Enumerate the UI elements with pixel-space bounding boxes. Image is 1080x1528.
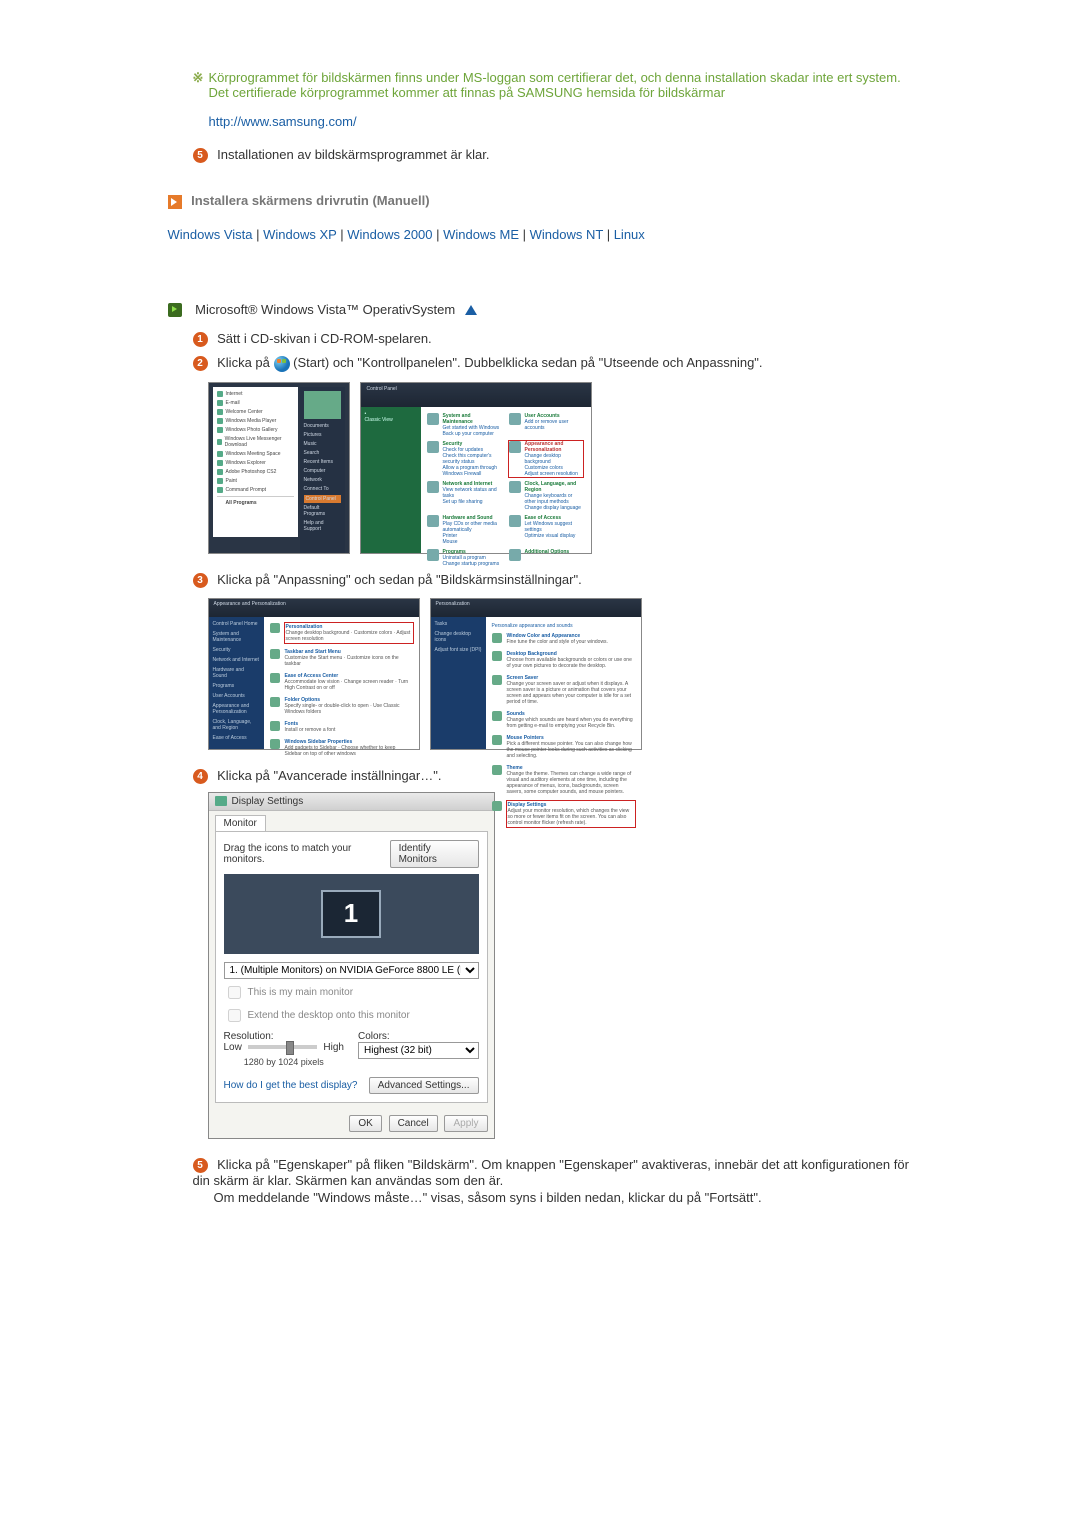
cp-classic-view: Classic View: [365, 417, 417, 423]
help-link[interactable]: How do I get the best display?: [224, 1080, 358, 1091]
monitor-select[interactable]: 1. (Multiple Monitors) on NVIDIA GeForce…: [224, 962, 479, 979]
res-high: High: [323, 1042, 344, 1053]
step-3: 3 Klicka på "Anpassning" och sedan på "B…: [193, 572, 913, 588]
chk-extend: Extend the desktop onto this monitor: [224, 1006, 479, 1025]
green-arrow-icon: [168, 303, 182, 317]
section-title: Installera skärmens drivrutin (Manuell): [191, 193, 429, 208]
section-arrow-icon: [168, 195, 182, 209]
res-label: Resolution:: [224, 1031, 345, 1042]
personalization-list-screenshot: Appearance and Personalization Control P…: [208, 598, 420, 750]
vista-os-text: Microsoft® Windows Vista™ OperativSystem: [195, 302, 455, 317]
tab-monitor[interactable]: Monitor: [215, 815, 266, 831]
os-links: Windows Vista | Windows XP | Windows 200…: [168, 227, 913, 242]
apply-button: Apply: [444, 1115, 487, 1132]
res-value: 1280 by 1024 pixels: [224, 1057, 345, 1067]
start-orb-icon: [274, 356, 290, 372]
colors-select[interactable]: Highest (32 bit): [358, 1042, 479, 1059]
step2-text-b: (Start) och "Kontrollpanelen". Dubbelkli…: [293, 355, 762, 370]
chk-extend-input: [228, 1009, 241, 1022]
start-menu-screenshot: InternetE-mailWelcome CenterWindows Medi…: [208, 382, 350, 554]
advanced-settings-button[interactable]: Advanced Settings...: [369, 1077, 479, 1094]
screenshots-step3: Appearance and Personalization Control P…: [208, 598, 913, 750]
step4-text: Klicka på "Avancerade inställningar…".: [217, 768, 441, 783]
note-block: ※ Körprogrammet för bildskärmen finns un…: [193, 70, 913, 129]
link-linux[interactable]: Linux: [614, 227, 645, 242]
section-header: Installera skärmens drivrutin (Manuell): [168, 193, 913, 209]
badge-3: 3: [193, 573, 208, 588]
resolution-slider[interactable]: [248, 1045, 318, 1049]
ok-button[interactable]: OK: [349, 1115, 381, 1132]
res-low: Low: [224, 1042, 242, 1053]
step-5: 5 Klicka på "Egenskaper" på fliken "Bild…: [193, 1157, 913, 1205]
step3-text: Klicka på "Anpassning" och sedan på "Bil…: [217, 572, 582, 587]
drag-text: Drag the icons to match your monitors.: [224, 843, 390, 865]
badge-1: 1: [193, 332, 208, 347]
chk-extend-label: Extend the desktop onto this monitor: [248, 1010, 410, 1021]
link-vista[interactable]: Windows Vista: [168, 227, 253, 242]
step1-text: Sätt i CD-skivan i CD-ROM-spelaren.: [217, 331, 432, 346]
link-me[interactable]: Windows ME: [443, 227, 519, 242]
dialog-titlebar: Display Settings: [209, 793, 494, 811]
badge-2: 2: [193, 356, 208, 371]
display-settings-dialog: Display Settings Monitor Drag the icons …: [208, 792, 495, 1139]
dialog-title: Display Settings: [232, 796, 304, 807]
triangle-up-icon: [465, 305, 477, 315]
chk-main-label: This is my main monitor: [248, 987, 354, 998]
monitor-1[interactable]: 1: [321, 890, 381, 938]
link-nt[interactable]: Windows NT: [530, 227, 603, 242]
asterisk-icon: ※: [193, 70, 209, 129]
step-1: 1 Sätt i CD-skivan i CD-ROM-spelaren.: [193, 331, 913, 347]
control-panel-screenshot: Control Panel •Classic View System and M…: [360, 382, 592, 554]
link-xp[interactable]: Windows XP: [263, 227, 336, 242]
badge-4: 4: [193, 769, 208, 784]
samsung-link[interactable]: http://www.samsung.com/: [209, 114, 357, 129]
chk-main-monitor-input: [228, 986, 241, 999]
link-2000[interactable]: Windows 2000: [347, 227, 432, 242]
back-to-top[interactable]: [459, 302, 477, 317]
cancel-button[interactable]: Cancel: [389, 1115, 438, 1132]
note-line2: Det certifierade körprogrammet kommer at…: [209, 85, 913, 100]
badge-5: 5: [193, 148, 208, 163]
step-2: 2 Klicka på (Start) och "Kontrollpanelen…: [193, 355, 913, 372]
identify-monitors-button[interactable]: Identify Monitors: [390, 840, 479, 868]
col-label: Colors:: [358, 1031, 479, 1042]
outer-step5: 5 Installationen av bildskärmsprogrammet…: [193, 147, 913, 163]
monitor-preview: 1: [224, 874, 479, 954]
note-line1: Körprogrammet för bildskärmen finns unde…: [209, 70, 913, 85]
step5b-text: Om meddelande "Windows måste…" visas, så…: [214, 1190, 913, 1205]
outer-step5-text: Installationen av bildskärmsprogrammet ä…: [217, 147, 489, 162]
screenshots-step2: InternetE-mailWelcome CenterWindows Medi…: [208, 382, 913, 554]
vista-os-line: Microsoft® Windows Vista™ OperativSystem: [168, 302, 913, 318]
monitor-icon: [215, 796, 227, 806]
personalization-detail-screenshot: Personalization TasksChange desktop icon…: [430, 598, 642, 750]
step2-text-a: Klicka på: [217, 355, 273, 370]
chk-main-monitor: This is my main monitor: [224, 983, 479, 1002]
badge-5b: 5: [193, 1158, 208, 1173]
page: ※ Körprogrammet för bildskärmen finns un…: [108, 0, 973, 1413]
cp-title: Control Panel: [367, 386, 397, 392]
step5-text: Klicka på "Egenskaper" på fliken "Bildsk…: [193, 1157, 909, 1188]
